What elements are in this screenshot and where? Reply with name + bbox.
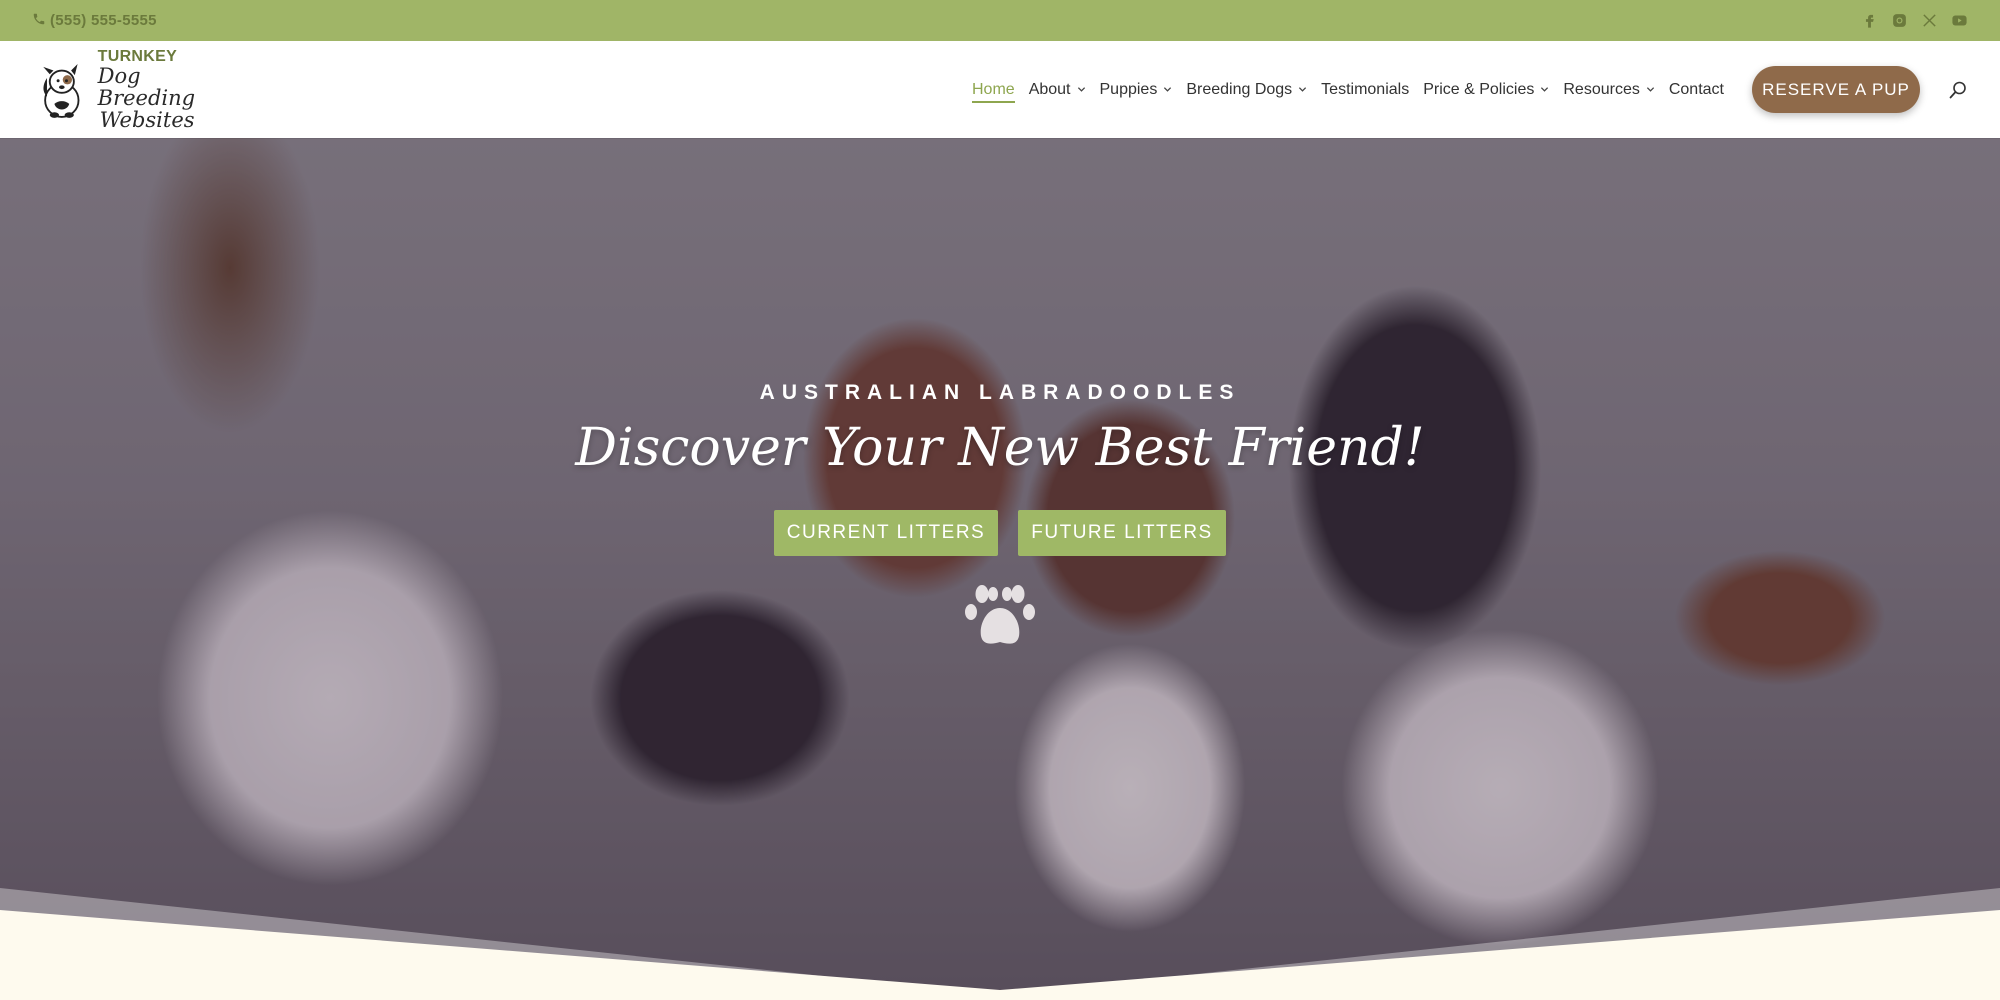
nav-item-price-policies[interactable]: Price & Policies	[1423, 81, 1549, 99]
dog-logo-icon	[43, 63, 80, 118]
phone-icon	[32, 12, 46, 30]
nav-label: Resources	[1563, 80, 1640, 98]
nav-label: Price & Policies	[1423, 80, 1535, 98]
main-nav: Home About Puppies Breeding Dogs Testimo…	[972, 41, 1738, 138]
nav-item-about[interactable]: About	[1029, 81, 1086, 99]
nav-label: About	[1028, 80, 1071, 98]
hero-headline: Discover Your New Best Friend!	[575, 418, 1425, 478]
nav-label: Contact	[1668, 80, 1724, 98]
instagram-icon[interactable]	[1890, 12, 1908, 30]
chevron-down-icon	[1299, 87, 1307, 92]
site-logo[interactable]: TURNKEY Dog Breeding Websites	[34, 48, 234, 131]
chevron-down-icon	[1646, 87, 1654, 92]
hero-buttons: CURRENT LITTERS FUTURE LITTERS	[774, 510, 1226, 556]
nav-item-puppies[interactable]: Puppies	[1100, 81, 1173, 99]
logo-line-2: Dog Breeding	[97, 63, 196, 110]
nav-label: Puppies	[1099, 80, 1158, 98]
x-icon[interactable]	[1920, 12, 1938, 30]
logo-line-3: Websites	[99, 107, 195, 132]
search-icon[interactable]	[1948, 80, 1968, 100]
social-links	[1860, 12, 1968, 30]
nav-item-home[interactable]: Home	[972, 81, 1015, 103]
paw-print-icon	[965, 585, 1035, 644]
hero-section: AUSTRALIAN LABRADOODLES Discover Your Ne…	[0, 138, 2000, 1000]
hero-bottom-divider	[0, 888, 2000, 1000]
top-bar: (555) 555-5555	[0, 0, 2000, 41]
nav-label: Testimonials	[1321, 80, 1410, 98]
facebook-icon[interactable]	[1860, 12, 1878, 30]
phone-number: (555) 555-5555	[50, 12, 157, 29]
youtube-icon[interactable]	[1950, 12, 1968, 30]
chevron-down-icon	[1164, 87, 1172, 92]
nav-item-contact[interactable]: Contact	[1669, 81, 1724, 99]
hero-eyebrow: AUSTRALIAN LABRADOODLES	[759, 381, 1241, 404]
nav-item-breeding-dogs[interactable]: Breeding Dogs	[1186, 81, 1307, 99]
reserve-a-pup-button[interactable]: RESERVE A PUP	[1752, 66, 1920, 113]
nav-item-testimonials[interactable]: Testimonials	[1321, 81, 1409, 99]
current-litters-button[interactable]: CURRENT LITTERS	[774, 510, 998, 556]
nav-label: Home	[972, 80, 1015, 98]
future-litters-button[interactable]: FUTURE LITTERS	[1018, 510, 1226, 556]
nav-label: Breeding Dogs	[1186, 80, 1293, 98]
chevron-down-icon	[1541, 87, 1549, 92]
logo-line-1: TURNKEY	[97, 47, 178, 65]
nav-item-resources[interactable]: Resources	[1563, 81, 1654, 99]
site-header: TURNKEY Dog Breeding Websites Home About…	[0, 41, 2000, 138]
phone-link[interactable]: (555) 555-5555	[32, 12, 157, 30]
chevron-down-icon	[1077, 87, 1085, 92]
